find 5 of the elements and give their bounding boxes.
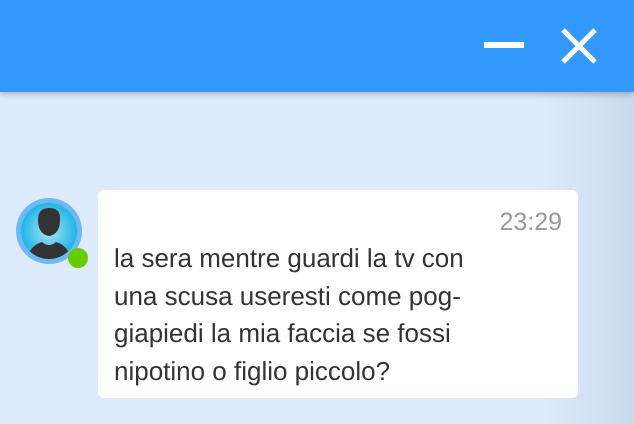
close-icon[interactable] bbox=[560, 27, 598, 65]
message-text: la sera mentre guardi la tv con una scusa useresti come pog- giapiedi la mia faccia se fossi nipotino o figlio piccolo? bbox=[114, 242, 465, 388]
minimize-icon[interactable] bbox=[484, 42, 524, 50]
message-time: 23:29 bbox=[498, 207, 562, 238]
avatar-icon bbox=[16, 198, 82, 264]
